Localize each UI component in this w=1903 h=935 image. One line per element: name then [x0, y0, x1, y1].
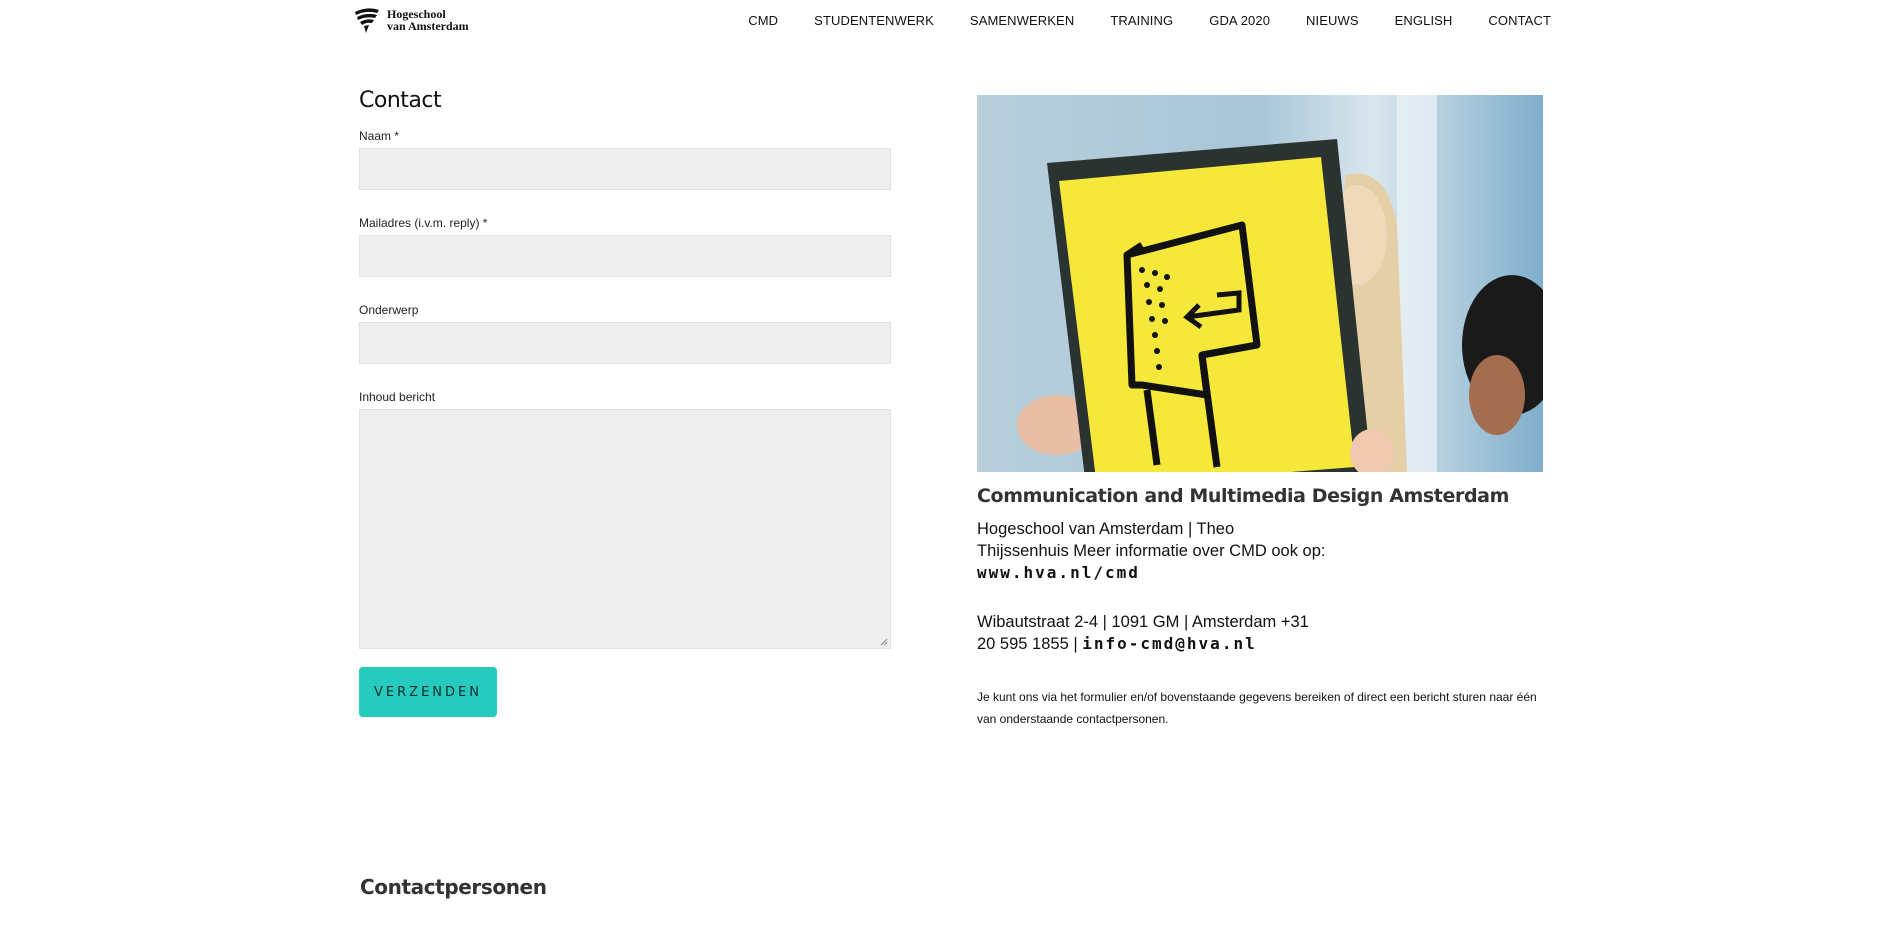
logo-line-2: van Amsterdam: [387, 19, 469, 33]
info-address: Wibautstraat 2-4 | 1091 GM | Amsterdam +…: [977, 611, 1377, 655]
nav-item-samenwerken[interactable]: SAMENWERKEN: [970, 13, 1074, 28]
nav-item-cmd[interactable]: CMD: [748, 13, 778, 28]
hva-logo[interactable]: Hogeschool van Amsterdam: [353, 6, 469, 34]
info-address-intro: Hogeschool van Amsterdam | Theo Thijssen…: [977, 518, 1377, 584]
email-label: Mailadres (i.v.m. reply) *: [359, 216, 488, 230]
submit-button[interactable]: VERZENDEN: [359, 667, 497, 717]
email-link[interactable]: info-cmd@hva.nl: [1082, 634, 1257, 653]
main-nav: CMD STUDENTENWERK SAMENWERKEN TRAINING G…: [748, 13, 1551, 28]
website-link[interactable]: www.hva.nl/cmd: [977, 563, 1140, 582]
nav-item-nieuws[interactable]: NIEUWS: [1306, 13, 1359, 28]
info-title: Communication and Multimedia Design Amst…: [977, 485, 1509, 507]
hva-logo-icon: [355, 8, 379, 33]
nav-item-studentenwerk[interactable]: STUDENTENWERK: [814, 13, 934, 28]
nav-item-gda-2020[interactable]: GDA 2020: [1209, 13, 1270, 28]
site-header: Hogeschool van Amsterdam CMD STUDENTENWE…: [0, 0, 1903, 40]
message-label: Inhoud bericht: [359, 390, 436, 404]
info-note: Je kunt ons via het formulier en/of bove…: [977, 690, 1537, 726]
phone-text: 20 595 1855 |: [977, 635, 1083, 653]
nav-item-english[interactable]: ENGLISH: [1395, 13, 1453, 28]
subject-label: Onderwerp: [359, 303, 419, 317]
info-line-2: Thijssenhuis Meer informatie over CMD oo…: [977, 542, 1326, 560]
info-street-line-1: Wibautstraat 2-4 | 1091 GM | Amsterdam +…: [977, 613, 1309, 631]
photo-illustration: [977, 95, 1543, 472]
resize-grip-icon[interactable]: [880, 638, 888, 646]
message-textarea[interactable]: [359, 409, 891, 649]
subject-input[interactable]: [359, 322, 891, 364]
form-title: Contact: [359, 88, 442, 113]
nav-item-contact[interactable]: CONTACT: [1488, 13, 1551, 28]
name-input[interactable]: [359, 148, 891, 190]
name-label: Naam *: [359, 129, 400, 143]
contacts-title: Contactpersonen: [360, 875, 547, 899]
nav-item-training[interactable]: TRAINING: [1110, 13, 1173, 28]
hero-photo: [977, 95, 1543, 472]
info-line-1: Hogeschool van Amsterdam | Theo: [977, 520, 1235, 538]
email-input[interactable]: [359, 235, 891, 277]
logo-text: Hogeschool van Amsterdam: [387, 8, 469, 32]
info-street-line-2: 20 595 1855 | info-cmd@hva.nl: [977, 633, 1377, 655]
